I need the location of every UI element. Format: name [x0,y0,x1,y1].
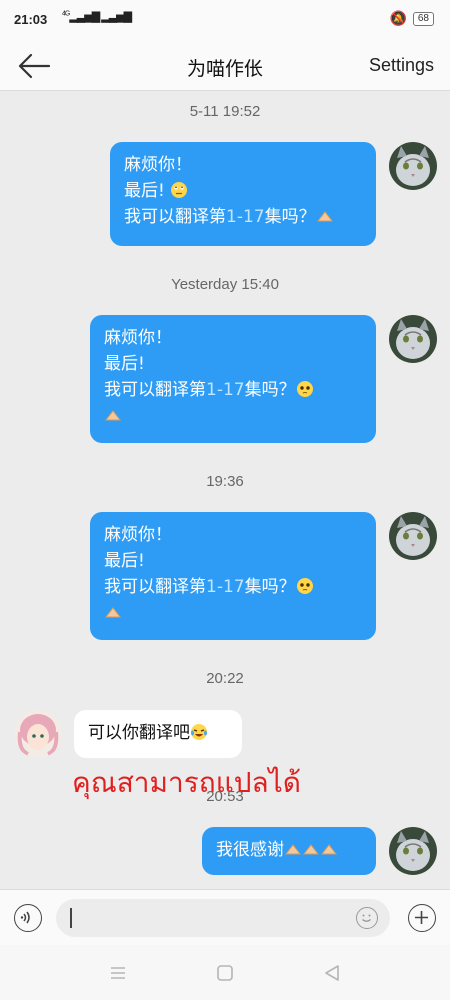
pleading-hands-emoji-icon [284,840,302,858]
message-line [104,600,362,626]
message-line: 麻烦你！ [104,328,172,348]
cat-avatar-icon [389,827,437,875]
status-right: 🔕 68 [389,10,434,27]
network-type: 4G [62,10,70,18]
back-triangle-icon [325,965,339,981]
status-time: 21:03 [14,12,48,27]
mute-icon: 🔕 [389,10,407,26]
message-line: 我很感谢 [216,837,362,863]
pleading-face-emoji-icon [296,577,314,595]
timestamp: Yesterday 15:40 [171,276,279,293]
add-attachment-button[interactable] [408,904,436,932]
voice-button[interactable] [14,904,42,932]
chat-header: 为喵作伥 Settings [0,42,450,91]
emoji-button[interactable] [356,907,378,929]
input-bar [0,889,450,946]
home-icon [217,965,233,981]
message-line [104,403,362,429]
message-input[interactable] [56,899,390,937]
cat-avatar-icon [389,142,437,190]
cat-avatar-icon [389,512,437,560]
message-line: 最后! [104,354,145,374]
message-line: 最后! [124,178,362,204]
pleading-hands-emoji-icon [316,207,334,225]
message-bubble-outgoing[interactable]: 麻烦你！ 最后! 我可以翻译第1-17集吗？ [90,315,376,443]
message-line: 麻烦你！ [104,525,172,545]
avatar-contact[interactable] [14,710,62,758]
signal-icon: 4G▂▃▅▇ ▂▃▅▇ [62,10,132,23]
pleading-hands-emoji-icon [302,840,320,858]
status-bar: 21:03 4G▂▃▅▇ ▂▃▅▇ 🔕 68 [0,0,450,42]
anime-girl-avatar-icon [14,710,62,758]
message-bubble-outgoing[interactable]: 麻烦你！ 最后! 我可以翻译第1-17集吗？ [110,142,376,246]
message-line: 我可以翻译第1-17集吗？ [124,204,362,230]
cat-avatar-icon [389,315,437,363]
menu-button[interactable] [104,959,132,987]
timestamp: 20:53 [206,788,244,805]
chat-area[interactable]: 5-11 19:52 麻烦你！ 最后! 我可以翻译第1-17集吗？ Yester… [0,91,450,889]
message-line: 我可以翻译第1-17集吗？ [104,377,362,403]
message-line: 麻烦你！ [124,155,192,175]
pleading-hands-emoji-icon [104,406,122,424]
message-bubble-outgoing[interactable]: 我很感谢 [202,827,376,875]
timestamp: 5-11 19:52 [189,103,261,120]
menu-icon [111,967,125,979]
settings-button[interactable]: Settings [369,55,434,76]
rolling-eyes-emoji-icon [170,181,188,199]
text-caret [70,908,72,928]
pleading-hands-emoji-icon [104,603,122,621]
message-bubble-outgoing[interactable]: 麻烦你！ 最后! 我可以翻译第1-17集吗？ [90,512,376,640]
pleading-hands-emoji-icon [320,840,338,858]
message-line: 我可以翻译第1-17集吗？ [104,574,362,600]
emoji-icon [362,914,371,922]
message-bubble-incoming[interactable]: 可以你翻译吧 [74,710,242,758]
avatar-self[interactable] [389,315,437,363]
voice-icon [20,911,30,924]
avatar-self[interactable] [389,142,437,190]
avatar-self[interactable] [389,827,437,875]
back-nav-button[interactable] [318,959,346,987]
timestamp: 20:22 [206,670,244,687]
timestamp: 19:36 [206,473,244,490]
laughing-crying-emoji-icon [190,723,208,741]
system-nav-bar [0,945,450,1000]
home-button[interactable] [211,959,239,987]
message-line: 最后! [104,551,145,571]
battery-indicator: 68 [412,11,434,26]
plus-icon [415,911,428,924]
message-line: 可以你翻译吧 [88,720,228,746]
pleading-face-emoji-icon [296,380,314,398]
avatar-self[interactable] [389,512,437,560]
